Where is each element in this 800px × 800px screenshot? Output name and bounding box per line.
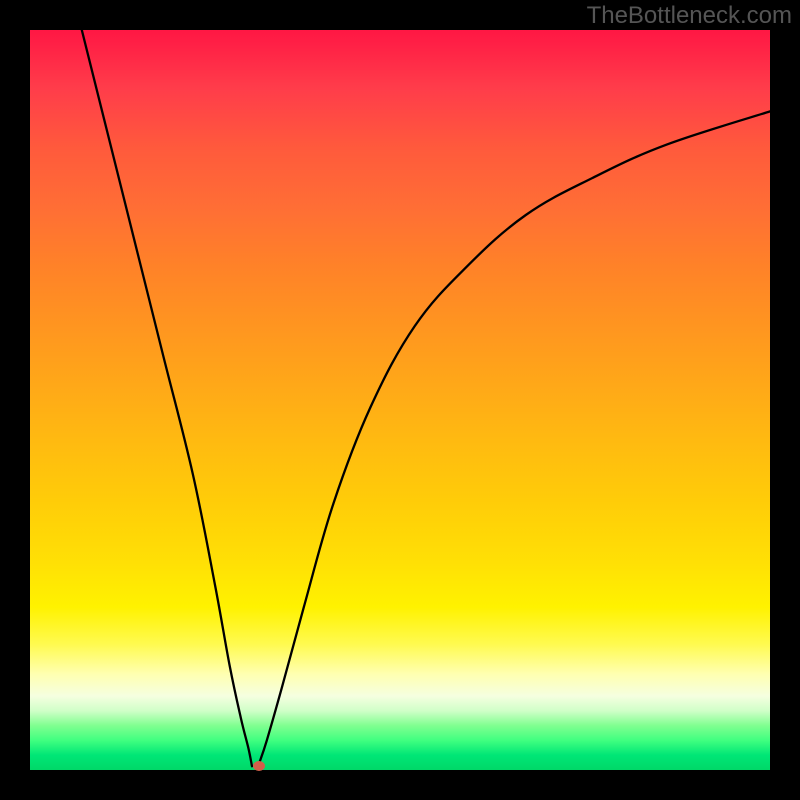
watermark-text: TheBottleneck.com xyxy=(587,2,792,30)
curve-right-branch xyxy=(259,111,770,762)
curve-left-branch xyxy=(82,30,252,766)
data-marker xyxy=(253,761,265,771)
chart-plot-area xyxy=(30,30,770,770)
curve-svg xyxy=(30,30,770,770)
